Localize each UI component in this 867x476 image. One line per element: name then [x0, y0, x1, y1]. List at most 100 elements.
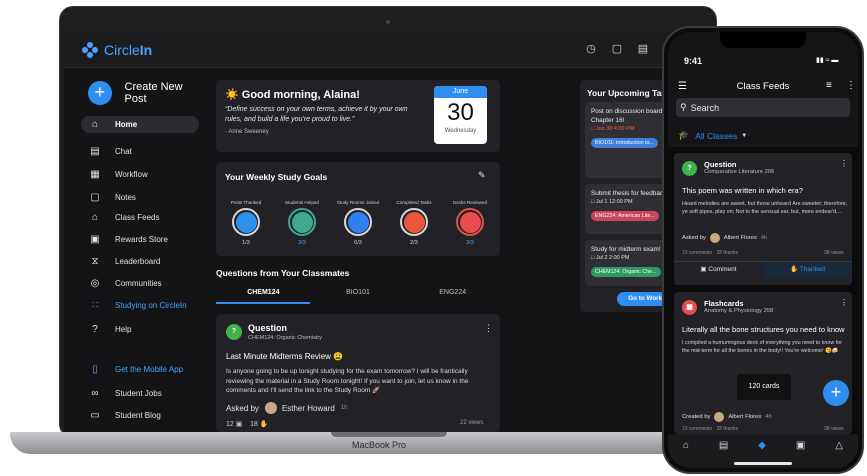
thanks-icon: ✋ — [789, 266, 799, 273]
sidebar-item-label: Student Blog — [115, 411, 161, 420]
goal-students-helped[interactable]: Students Helped 3/3 — [274, 200, 330, 246]
comment-icon: ▣ — [700, 266, 707, 273]
sidebar-item-label: Student Jobs — [115, 389, 162, 398]
chat-icon[interactable]: ▤ — [636, 42, 650, 56]
sidebar-item-workflow[interactable]: ▦ Workflow — [81, 166, 199, 183]
tab-bio101[interactable]: BIO101 — [311, 289, 406, 305]
comment-icon: ▣ — [235, 421, 243, 428]
create-post-fab[interactable]: + — [823, 380, 849, 406]
sidebar-item-label: Home — [115, 120, 138, 129]
sidebar-item-label: Help — [115, 325, 132, 334]
plus-icon: + — [88, 81, 112, 105]
greeting-card: ☀️ Good morning, Alaina! “Define success… — [216, 80, 500, 152]
filter-icon[interactable]: ≡ — [826, 80, 832, 91]
question-icon: ? — [226, 324, 242, 340]
sidebar-item-label: Workflow — [115, 170, 148, 179]
goal-progress-ring — [400, 208, 428, 236]
sidebar: + Create New Post ⌂ Home ▤ Chat ▦ Workflow ▢ No… — [64, 69, 206, 432]
avatar — [264, 402, 277, 414]
calendar-icon: □ — [591, 255, 595, 261]
task-class-tag[interactable]: BIO101: Introduction to... — [591, 138, 658, 148]
tab-eng224[interactable]: ENG224 — [405, 289, 500, 305]
sidebar-item-student-blog[interactable]: ▭ Student Blog — [81, 407, 199, 424]
comment-button[interactable]: ▣ Comment — [674, 262, 763, 278]
goal-progress-ring — [232, 208, 260, 236]
sidebar-item-label: Class Feeds — [115, 213, 160, 222]
task-class-tag[interactable]: ENG224: American Lite... — [591, 211, 659, 221]
sidebar-item-get-the-mobile-app[interactable]: ▯ Get the Mobile App — [81, 361, 199, 378]
goal-value: 3/3 — [298, 240, 306, 246]
goal-icon — [459, 211, 481, 233]
home-icon[interactable]: ⌂ — [683, 440, 689, 468]
sidebar-item-label: Studying on CircleIn — [115, 301, 187, 310]
edit-pencil-icon[interactable]: ✎ — [478, 170, 486, 181]
notes-icon: ▢ — [90, 191, 100, 203]
class-filter-dropdown[interactable]: 🎓 All Classes ▼ — [678, 130, 747, 141]
clock-icon[interactable]: ◷ — [584, 42, 598, 56]
post-stats: 12 ▣ 18 ✋ — [226, 421, 269, 428]
sidebar-item-notes[interactable]: ▢ Notes — [81, 189, 199, 206]
goal-icon — [235, 211, 257, 233]
search-input[interactable]: ⚲ Search — [676, 98, 850, 117]
notes-icon[interactable]: ▢ — [610, 42, 624, 56]
sidebar-item-communities[interactable]: ◎ Communities — [81, 275, 199, 292]
bell-icon[interactable]: △ — [835, 440, 843, 468]
goals-title: Your Weekly Study Goals — [225, 172, 328, 182]
store-icon: ▣ — [90, 233, 100, 245]
sidebar-item-home[interactable]: ⌂ Home — [81, 116, 199, 133]
question-post-card[interactable]: ? Question CHEM124: Organic Chemistry ⋮ … — [216, 314, 500, 432]
task-due-date: □ Jul 1 12:00 PM — [591, 199, 633, 205]
more-options-icon[interactable]: ⋮ — [484, 323, 493, 334]
chat-icon[interactable]: ▣ — [796, 440, 805, 468]
more-options-icon[interactable]: ⋮ — [840, 159, 848, 168]
more-options-icon[interactable]: ⋮ — [846, 80, 856, 91]
goal-progress-ring — [456, 208, 484, 236]
search-icon: ⚲ — [680, 102, 687, 112]
flashcard-deck-preview[interactable]: 120 cards — [737, 374, 791, 400]
goal-posts-thanked[interactable]: Posts Thanked 1/3 — [218, 200, 274, 246]
goal-label: Study Rooms Joined — [336, 200, 380, 205]
more-options-icon[interactable]: ⋮ — [840, 298, 848, 307]
post-type: Question — [248, 323, 288, 333]
task-due-date: □ Jul 2 2:00 PM — [591, 255, 630, 261]
circlein-dots-icon: ∷ — [91, 299, 99, 311]
calendar-widget: June 30 Wednesday — [434, 86, 487, 144]
sidebar-item-label: Chat — [115, 147, 132, 156]
goal-label: Posts Thanked — [230, 200, 262, 205]
calendar-icon[interactable]: ▤ — [719, 440, 728, 468]
sidebar-item-studying-on-circlein[interactable]: ∷ Studying on CircleIn — [81, 297, 199, 314]
goal-decks-reviewed[interactable]: Decks Reviewed 3/3 — [442, 200, 498, 246]
task-class-tag[interactable]: CHEM124: Organic Che... — [591, 267, 661, 277]
create-new-post-button[interactable]: + Create New Post — [88, 81, 206, 105]
marketing-device-mockup: CircleIn ◷ ▢ ▤ △ + Create New Post ⌂ Home… — [0, 0, 867, 476]
help-icon: ? — [92, 323, 98, 335]
feed-card-question[interactable]: ? Question Comparative Literature 206 ⋮ … — [674, 153, 852, 285]
calendar-icon: ▦ — [90, 168, 100, 180]
goal-value: 3/3 — [466, 240, 474, 246]
sidebar-item-label: Rewards Store — [115, 235, 168, 244]
goal-value: 2/3 — [410, 240, 418, 246]
sidebar-item-help[interactable]: ? Help — [81, 321, 199, 338]
task-due-date: □ Jun 30 4:00 PM — [591, 126, 635, 132]
sidebar-item-class-feeds[interactable]: ⌂ Class Feeds — [81, 209, 199, 226]
globe-icon: ◎ — [90, 277, 100, 289]
laptop-model-label: MacBook Pro — [351, 440, 407, 450]
goal-icon — [347, 211, 369, 233]
goal-value: 1/3 — [242, 240, 250, 246]
question-icon: ? — [682, 161, 697, 176]
avatar — [714, 412, 725, 422]
feed-card-flashcards[interactable]: ▦ Flashcards Anatomy & Physiology 258 ⋮ … — [674, 292, 852, 434]
laptop-screen: CircleIn ◷ ▢ ▤ △ + Create New Post ⌂ Home… — [64, 32, 704, 432]
circlein-logo[interactable]: CircleIn — [82, 42, 152, 58]
sidebar-item-student-jobs[interactable]: ∞ Student Jobs — [81, 385, 199, 402]
thanked-button[interactable]: ✋ Thanked — [763, 262, 852, 278]
active-tab-indicator — [216, 302, 310, 304]
status-time: 9:41 — [684, 56, 703, 66]
post-author-line: Asked by Esther Howard 1h — [226, 402, 348, 414]
goal-completed-tasks[interactable]: Completed Tasks 2/3 — [386, 200, 442, 246]
sidebar-item-rewards-store[interactable]: ▣ Rewards Store — [81, 231, 199, 248]
sidebar-item-chat[interactable]: ▤ Chat — [81, 143, 199, 160]
sidebar-item-leaderboard[interactable]: ⧖ Leaderboard — [81, 253, 199, 270]
goal-label: Decks Reviewed — [452, 200, 488, 205]
goal-study-rooms-joined[interactable]: Study Rooms Joined 0/3 — [330, 200, 386, 246]
